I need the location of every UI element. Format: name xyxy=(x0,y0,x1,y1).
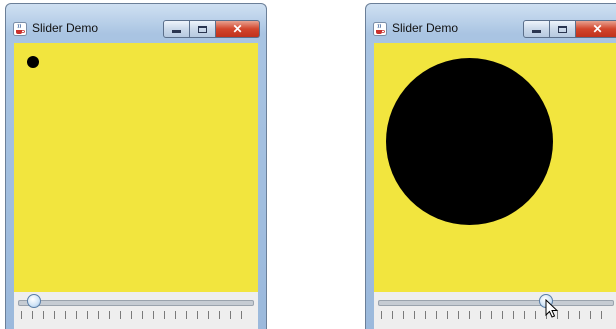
black-circle xyxy=(386,58,553,225)
window-title: Slider Demo xyxy=(392,21,459,35)
mouse-pointer-icon xyxy=(545,299,559,318)
maximize-button[interactable] xyxy=(190,20,216,38)
size-slider[interactable] xyxy=(374,292,616,329)
java-coffee-cup-icon xyxy=(373,22,387,36)
window-client-area xyxy=(14,43,258,329)
maximize-icon xyxy=(198,25,207,33)
window-title: Slider Demo xyxy=(32,21,99,35)
close-icon: ✕ xyxy=(592,22,603,36)
close-icon: ✕ xyxy=(232,22,243,36)
caption-buttons: ✕ xyxy=(523,20,616,38)
slider-thumb[interactable] xyxy=(26,294,41,308)
black-circle xyxy=(27,56,39,68)
drawing-canvas xyxy=(374,43,616,292)
slider-tick-marks xyxy=(21,311,251,319)
window-client-area xyxy=(374,43,616,329)
size-slider[interactable] xyxy=(14,292,258,329)
title-bar[interactable]: Slider Demo ✕ xyxy=(6,4,266,42)
minimize-button[interactable] xyxy=(163,20,190,38)
slider-demo-window: Slider Demo ✕ xyxy=(365,3,616,329)
slider-tick-marks xyxy=(381,311,611,319)
minimize-icon xyxy=(172,30,181,33)
slider-track[interactable] xyxy=(18,300,254,306)
maximize-button[interactable] xyxy=(550,20,576,38)
maximize-icon xyxy=(558,25,567,33)
caption-buttons: ✕ xyxy=(163,20,260,38)
java-coffee-cup-icon xyxy=(13,22,27,36)
slider-demo-window: Slider Demo ✕ xyxy=(5,3,267,329)
slider-track[interactable] xyxy=(378,300,614,306)
minimize-button[interactable] xyxy=(523,20,550,38)
minimize-icon xyxy=(532,30,541,33)
title-bar[interactable]: Slider Demo ✕ xyxy=(366,4,616,42)
close-button[interactable]: ✕ xyxy=(216,20,260,38)
drawing-canvas xyxy=(14,43,258,292)
close-button[interactable]: ✕ xyxy=(576,20,616,38)
